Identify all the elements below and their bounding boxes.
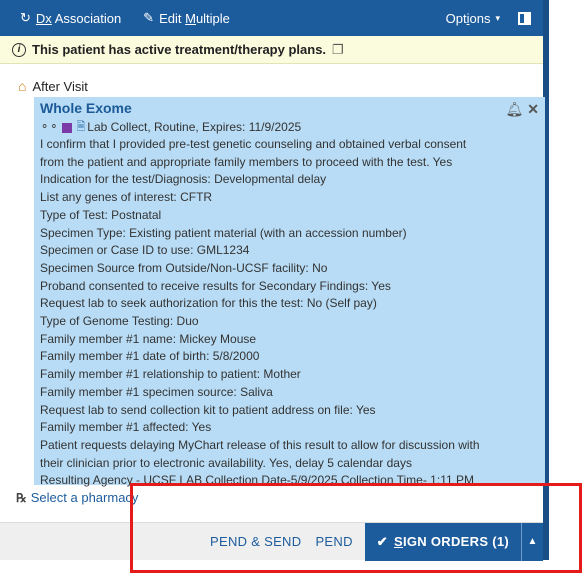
order-detail-line: Specimen Type: Existing patient material… [40, 225, 407, 240]
edit-multiple-label-rest: ultiple [195, 10, 230, 26]
order-title[interactable]: Whole Exome [40, 100, 545, 117]
order-detail-line: Family member #1 name: Mickey Mouse [40, 331, 257, 346]
select-pharmacy-link[interactable]: ℞ Select a pharmacy [16, 490, 138, 505]
order-detail-line: Request lab to send collection kit to pa… [40, 402, 376, 417]
edit-multiple-button[interactable]: ✎ Edit Multiple [143, 10, 230, 26]
link-icon: ↻ [20, 10, 31, 25]
order-detail-line: Type of Genome Testing: Duo [40, 314, 199, 329]
order-detail-line: Patient requests delaying MyChart releas… [40, 437, 480, 452]
caret-down-icon: ▾ [495, 12, 500, 23]
options-menu[interactable]: Options ▾ [446, 11, 500, 26]
order-detail-line: Proband consented to receive results for… [40, 278, 391, 293]
edit-multiple-label-prefix: Edit [159, 10, 186, 26]
order-summary-text: Lab Collect, Routine, Expires: 11/9/2025 [87, 120, 302, 134]
order-detail-line: Family member #1 date of birth: 5/8/2000 [40, 349, 260, 364]
lab-document-icon: 🗎︎ [76, 121, 86, 133]
alert-text: This patient has active treatment/therap… [32, 42, 327, 57]
dx-association-button[interactable]: ↻ Dx Association [20, 10, 121, 26]
options-label-prefix: Opt [445, 10, 467, 26]
panel-toggle-icon[interactable] [518, 11, 531, 25]
order-card-whole-exome[interactable]: Whole Exome 🔔︎ ✕ ⚬⚬ 🗎︎ Lab Collect, Rout… [34, 97, 545, 487]
order-detail-line: I confirm that I provided pre-test genet… [40, 137, 467, 151]
close-icon[interactable]: ✕ [527, 101, 539, 118]
order-detail-line: Specimen Source from Outside/Non-UCSF fa… [40, 260, 328, 275]
order-toolbar: ↻ Dx Association ✎ Edit Multiple Options… [0, 0, 543, 36]
order-details: I confirm that I provided pre-test genet… [40, 136, 545, 490]
order-detail-line: Request lab to seek authorization for th… [40, 296, 377, 311]
order-detail-line: Indication for the test/Diagnosis: Devel… [40, 172, 327, 187]
order-detail-line: Family member #1 specimen source: Saliva [40, 384, 273, 399]
order-detail-line: from the patient and appropriate family … [40, 154, 453, 169]
order-detail-line: Specimen or Case ID to use: GML1234 [40, 243, 250, 258]
order-detail-line: Family member #1 relationship to patient… [40, 367, 301, 382]
priority-square-icon [62, 122, 73, 133]
order-detail-line: Type of Test: Postnatal [40, 207, 162, 222]
dx-association-label: Association [51, 10, 122, 26]
order-detail-line: List any genes of interest: CFTR [40, 190, 213, 205]
rx-icon: ℞ [16, 490, 27, 505]
pencil-icon: ✎ [143, 10, 155, 25]
dx-association-accesskey: Dx [35, 10, 52, 26]
copy-icon[interactable]: ❐ [332, 42, 344, 58]
order-detail-line: Family member #1 affected: Yes [40, 420, 212, 435]
select-pharmacy-label: Select a pharmacy [30, 490, 139, 505]
info-icon: i [12, 42, 26, 57]
order-actions: 🔔︎ ✕ [505, 101, 539, 118]
treatment-plan-alert: i This patient has active treatment/ther… [0, 36, 543, 64]
order-summary: ⚬⚬ 🗎︎ Lab Collect, Routine, Expires: 11/… [40, 119, 545, 136]
linked-orders-icon: ⚬⚬ [40, 121, 59, 133]
bell-icon[interactable]: 🔔︎ [505, 101, 523, 118]
house-icon: ⌂ [18, 78, 27, 94]
order-detail-line: their clinician prior to electronic avai… [40, 455, 412, 470]
red-highlight-box [130, 483, 582, 573]
after-visit-header: ⌂ After Visit [18, 78, 88, 94]
options-label-rest: ons [469, 10, 491, 26]
after-visit-label: After Visit [32, 78, 88, 94]
edit-multiple-accesskey: M [185, 10, 196, 26]
